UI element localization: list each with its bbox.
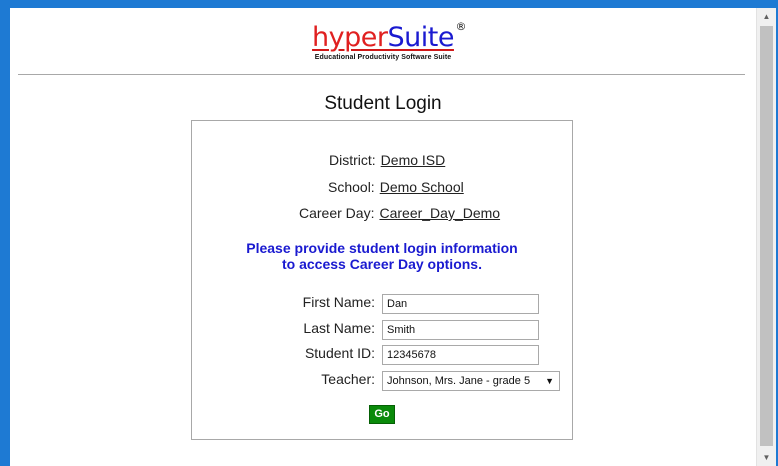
last-name-input[interactable] [382,320,539,340]
login-instructions: Please provide student login information… [192,240,572,272]
school-link[interactable]: Demo School [380,179,464,195]
scrollbar-thumb[interactable] [760,26,773,446]
first-name-input[interactable] [382,294,539,314]
career-day-link[interactable]: Career_Day_Demo [379,205,500,221]
district-link[interactable]: Demo ISD [381,152,446,168]
instructions-line-1: Please provide student login information [246,240,518,256]
go-button[interactable]: Go [369,405,395,424]
login-panel: District: Demo ISD School: Demo School Car… [191,120,573,440]
logo: hyperSuite ® Educational Productivity Sof… [10,20,756,61]
scroll-down-arrow-icon[interactable]: ▼ [757,449,776,466]
student-id-label: Student ID: [304,345,375,361]
page-content: hyperSuite ® Educational Productivity Sof… [10,8,756,466]
instructions-line-2: to access Career Day options. [282,256,482,272]
school-row: School: Demo School [328,179,464,195]
logo-tagline: Educational Productivity Software Suite [314,54,452,61]
teacher-selected-value: Johnson, Mrs. Jane - grade 5 [387,375,531,387]
logo-suite-text: Suite [387,22,455,53]
teacher-label: Teacher: [321,371,375,387]
career-day-label: Career Day: [299,205,375,221]
registered-mark: ® [455,20,466,33]
district-label: District: [329,152,376,168]
vertical-scrollbar[interactable]: ▲ ▼ [756,8,776,466]
school-label: School: [328,179,375,195]
career-day-row: Career Day: Career_Day_Demo [299,205,500,221]
dropdown-arrow-icon: ▼ [545,376,554,386]
student-id-input[interactable] [382,345,539,365]
logo-hyper-text: hyper [312,22,388,53]
page-title: Student Login [324,93,442,114]
header-divider [18,74,745,75]
district-row: District: Demo ISD [329,152,445,168]
last-name-label: Last Name: [303,320,375,336]
logo-wordmark: hyperSuite ® [312,20,466,53]
first-name-label: First Name: [302,294,375,310]
teacher-select[interactable]: Johnson, Mrs. Jane - grade 5 ▼ [382,371,560,391]
scroll-up-arrow-icon[interactable]: ▲ [757,8,776,25]
